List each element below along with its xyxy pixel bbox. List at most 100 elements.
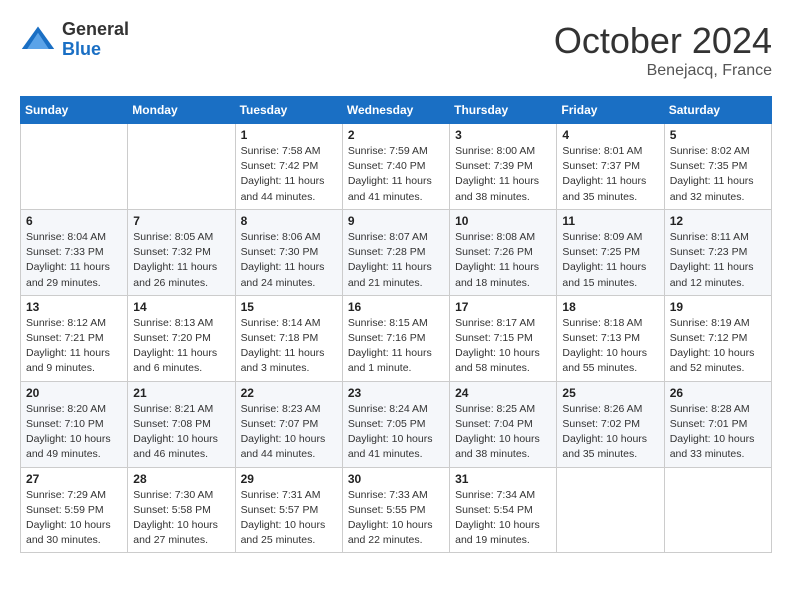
calendar-day-cell: 31 Sunrise: 7:34 AMSunset: 5:54 PMDayligh… <box>450 467 557 553</box>
logo-icon <box>20 22 56 58</box>
calendar-day-cell: 2Sunrise: 7:59 AMSunset: 7:40 PMDaylight… <box>342 124 449 210</box>
day-info: Sunrise: 8:25 AMSunset: 7:04 PMDaylight:… <box>455 402 551 463</box>
calendar-day-cell: 3Sunrise: 8:00 AMSunset: 7:39 PMDaylight… <box>450 124 557 210</box>
calendar-day-cell: 29Sunrise: 7:31 AMSunset: 5:57 PMDayligh… <box>235 467 342 553</box>
weekday-header: Monday <box>128 97 235 124</box>
logo-blue: Blue <box>62 40 129 60</box>
calendar-day-cell: 10Sunrise: 8:08 AMSunset: 7:26 PMDayligh… <box>450 209 557 295</box>
calendar-day-cell: 28 Sunrise: 7:30 AMSunset: 5:58 PMDayligh… <box>128 467 235 553</box>
day-number: 30 <box>348 472 444 486</box>
day-number: 15 <box>241 300 337 314</box>
calendar-week-row: 20 Sunrise: 8:20 AMSunset: 7:10 PMDayligh… <box>21 381 772 467</box>
day-number: 3 <box>455 128 551 142</box>
calendar-day-cell: 8 Sunrise: 8:06 AMSunset: 7:30 PMDaylight… <box>235 209 342 295</box>
day-info: Sunrise: 7:58 AMSunset: 7:42 PMDaylight:… <box>241 144 337 205</box>
calendar-day-cell: 16 Sunrise: 8:15 AMSunset: 7:16 PMDayligh… <box>342 295 449 381</box>
day-info: Sunrise: 7:30 AMSunset: 5:58 PMDaylight:… <box>133 488 229 549</box>
day-info: Sunrise: 8:18 AMSunset: 7:13 PMDaylight:… <box>562 316 658 377</box>
calendar-day-cell: 7 Sunrise: 8:05 AMSunset: 7:32 PMDaylight… <box>128 209 235 295</box>
calendar-day-cell: 5Sunrise: 8:02 AMSunset: 7:35 PMDaylight… <box>664 124 771 210</box>
calendar-day-cell: 25 Sunrise: 8:26 AMSunset: 7:02 PMDayligh… <box>557 381 664 467</box>
day-info: Sunrise: 8:06 AMSunset: 7:30 PMDaylight:… <box>241 230 337 291</box>
calendar-day-cell: 17 Sunrise: 8:17 AMSunset: 7:15 PMDayligh… <box>450 295 557 381</box>
calendar-day-cell: 23 Sunrise: 8:24 AMSunset: 7:05 PMDayligh… <box>342 381 449 467</box>
day-number: 21 <box>133 386 229 400</box>
day-info: Sunrise: 8:09 AMSunset: 7:25 PMDaylight:… <box>562 230 658 291</box>
day-number: 20 <box>26 386 122 400</box>
weekday-header: Thursday <box>450 97 557 124</box>
weekday-header: Tuesday <box>235 97 342 124</box>
weekday-header: Saturday <box>664 97 771 124</box>
day-info: Sunrise: 8:02 AMSunset: 7:35 PMDaylight:… <box>670 144 766 205</box>
day-number: 29 <box>241 472 337 486</box>
day-info: Sunrise: 8:07 AMSunset: 7:28 PMDaylight:… <box>348 230 444 291</box>
calendar-week-row: 1 Sunrise: 7:58 AMSunset: 7:42 PMDaylight… <box>21 124 772 210</box>
day-number: 1 <box>241 128 337 142</box>
day-info: Sunrise: 8:05 AMSunset: 7:32 PMDaylight:… <box>133 230 229 291</box>
calendar-day-cell: 26 Sunrise: 8:28 AMSunset: 7:01 PMDayligh… <box>664 381 771 467</box>
day-number: 31 <box>455 472 551 486</box>
day-info: Sunrise: 8:04 AMSunset: 7:33 PMDaylight:… <box>26 230 122 291</box>
day-info: Sunrise: 8:17 AMSunset: 7:15 PMDaylight:… <box>455 316 551 377</box>
calendar-day-cell: 4 Sunrise: 8:01 AMSunset: 7:37 PMDaylight… <box>557 124 664 210</box>
day-info: Sunrise: 8:26 AMSunset: 7:02 PMDaylight:… <box>562 402 658 463</box>
day-number: 19 <box>670 300 766 314</box>
calendar-day-cell <box>557 467 664 553</box>
day-info: Sunrise: 7:29 AMSunset: 5:59 PMDaylight:… <box>26 488 122 549</box>
calendar-day-cell: 30 Sunrise: 7:33 AMSunset: 5:55 PMDayligh… <box>342 467 449 553</box>
day-number: 18 <box>562 300 658 314</box>
calendar-day-cell <box>664 467 771 553</box>
day-number: 23 <box>348 386 444 400</box>
calendar-day-cell: 9 Sunrise: 8:07 AMSunset: 7:28 PMDaylight… <box>342 209 449 295</box>
day-info: Sunrise: 8:23 AMSunset: 7:07 PMDaylight:… <box>241 402 337 463</box>
calendar-day-cell: 14 Sunrise: 8:13 AMSunset: 7:20 PMDayligh… <box>128 295 235 381</box>
day-number: 27 <box>26 472 122 486</box>
calendar-week-row: 27 Sunrise: 7:29 AMSunset: 5:59 PMDayligh… <box>21 467 772 553</box>
day-number: 25 <box>562 386 658 400</box>
day-info: Sunrise: 8:15 AMSunset: 7:16 PMDaylight:… <box>348 316 444 377</box>
day-info: Sunrise: 8:19 AMSunset: 7:12 PMDaylight:… <box>670 316 766 377</box>
calendar-day-cell: 27 Sunrise: 7:29 AMSunset: 5:59 PMDayligh… <box>21 467 128 553</box>
calendar-day-cell: 15Sunrise: 8:14 AMSunset: 7:18 PMDayligh… <box>235 295 342 381</box>
calendar-table: SundayMondayTuesdayWednesdayThursdayFrid… <box>20 96 772 553</box>
day-info: Sunrise: 8:12 AMSunset: 7:21 PMDaylight:… <box>26 316 122 377</box>
day-info: Sunrise: 8:20 AMSunset: 7:10 PMDaylight:… <box>26 402 122 463</box>
calendar-day-cell: 6 Sunrise: 8:04 AMSunset: 7:33 PMDaylight… <box>21 209 128 295</box>
day-info: Sunrise: 8:24 AMSunset: 7:05 PMDaylight:… <box>348 402 444 463</box>
day-number: 9 <box>348 214 444 228</box>
day-info: Sunrise: 8:13 AMSunset: 7:20 PMDaylight:… <box>133 316 229 377</box>
calendar-day-cell: 24Sunrise: 8:25 AMSunset: 7:04 PMDayligh… <box>450 381 557 467</box>
day-number: 26 <box>670 386 766 400</box>
day-info: Sunrise: 8:11 AMSunset: 7:23 PMDaylight:… <box>670 230 766 291</box>
day-info: Sunrise: 8:21 AMSunset: 7:08 PMDaylight:… <box>133 402 229 463</box>
calendar-week-row: 13Sunrise: 8:12 AMSunset: 7:21 PMDayligh… <box>21 295 772 381</box>
calendar-day-cell: 12 Sunrise: 8:11 AMSunset: 7:23 PMDayligh… <box>664 209 771 295</box>
day-number: 11 <box>562 214 658 228</box>
weekday-header: Wednesday <box>342 97 449 124</box>
calendar-header-row: SundayMondayTuesdayWednesdayThursdayFrid… <box>21 97 772 124</box>
day-number: 7 <box>133 214 229 228</box>
day-info: Sunrise: 7:34 AMSunset: 5:54 PMDaylight:… <box>455 488 551 549</box>
day-number: 28 <box>133 472 229 486</box>
day-number: 6 <box>26 214 122 228</box>
day-number: 17 <box>455 300 551 314</box>
day-number: 16 <box>348 300 444 314</box>
calendar-day-cell: 21 Sunrise: 8:21 AMSunset: 7:08 PMDayligh… <box>128 381 235 467</box>
calendar-day-cell: 13Sunrise: 8:12 AMSunset: 7:21 PMDayligh… <box>21 295 128 381</box>
month-title: October 2024 <box>554 20 772 62</box>
day-number: 12 <box>670 214 766 228</box>
day-info: Sunrise: 8:08 AMSunset: 7:26 PMDaylight:… <box>455 230 551 291</box>
day-info: Sunrise: 8:28 AMSunset: 7:01 PMDaylight:… <box>670 402 766 463</box>
day-number: 4 <box>562 128 658 142</box>
weekday-header: Sunday <box>21 97 128 124</box>
calendar-week-row: 6 Sunrise: 8:04 AMSunset: 7:33 PMDaylight… <box>21 209 772 295</box>
day-info: Sunrise: 8:01 AMSunset: 7:37 PMDaylight:… <box>562 144 658 205</box>
logo-text: General Blue <box>62 20 129 60</box>
day-number: 8 <box>241 214 337 228</box>
day-number: 14 <box>133 300 229 314</box>
weekday-header: Friday <box>557 97 664 124</box>
calendar-day-cell: 1 Sunrise: 7:58 AMSunset: 7:42 PMDaylight… <box>235 124 342 210</box>
day-info: Sunrise: 7:33 AMSunset: 5:55 PMDaylight:… <box>348 488 444 549</box>
day-info: Sunrise: 7:59 AMSunset: 7:40 PMDaylight:… <box>348 144 444 205</box>
calendar-day-cell <box>21 124 128 210</box>
